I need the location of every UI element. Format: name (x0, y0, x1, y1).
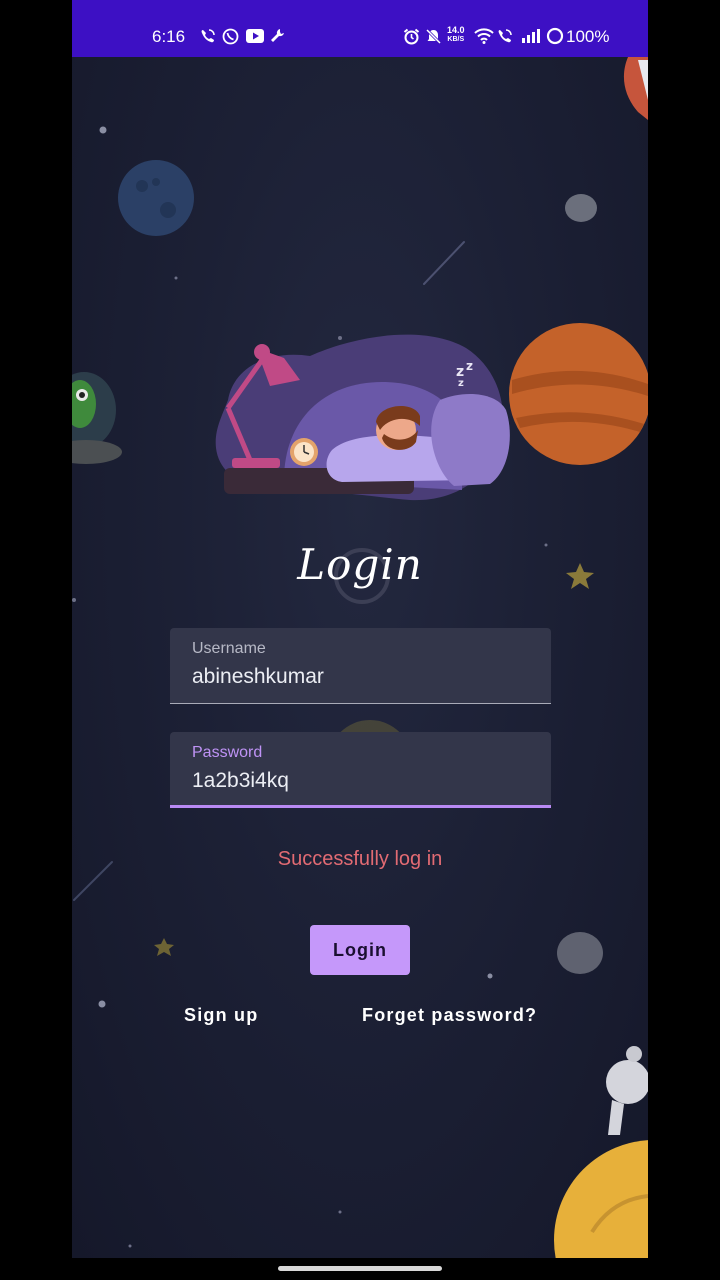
status-bar: 6:16 14.0 KB/S 100% (72, 0, 648, 57)
svg-text:z: z (466, 359, 473, 373)
username-label: Username (192, 640, 266, 657)
alarm-icon (403, 25, 420, 47)
svg-text:z: z (458, 378, 464, 389)
page-title: Login (297, 540, 423, 589)
battery-percentage: 100% (566, 27, 610, 46)
login-button[interactable]: Login (310, 925, 410, 975)
signal-icon (521, 25, 541, 47)
login-status-message: Successfully log in (277, 848, 443, 870)
youtube-icon (246, 25, 264, 47)
password-input[interactable]: 1a2b3i4kq (192, 769, 289, 793)
net-speed-value: 14.0 (447, 25, 465, 35)
password-label: Password (192, 744, 263, 761)
login-screen: z z z 6:16 14.0 KB/S 100% Login Username… (72, 0, 648, 1258)
mute-icon (425, 25, 442, 47)
forget-password-link[interactable]: Forget password? (362, 1005, 537, 1026)
battery-ring-icon (546, 25, 564, 47)
wifi-icon (474, 25, 494, 47)
net-speed-unit: KB/S (447, 36, 465, 43)
whatsapp-icon (222, 25, 239, 47)
net-speed-indicator: 14.0 KB/S (447, 26, 465, 44)
home-indicator[interactable] (278, 1266, 442, 1271)
wifi-call-icon (200, 25, 216, 47)
username-input[interactable]: abineshkumar (192, 665, 324, 689)
sign-up-link[interactable]: Sign up (184, 1005, 258, 1026)
status-time: 6:16 (152, 27, 186, 46)
password-field[interactable]: Password 1a2b3i4kq (170, 732, 551, 808)
wifi-call-icon (497, 25, 513, 47)
wrench-icon (270, 25, 286, 47)
username-field[interactable]: Username abineshkumar (170, 628, 551, 704)
sleeping-illustration: z z z (215, 334, 510, 501)
